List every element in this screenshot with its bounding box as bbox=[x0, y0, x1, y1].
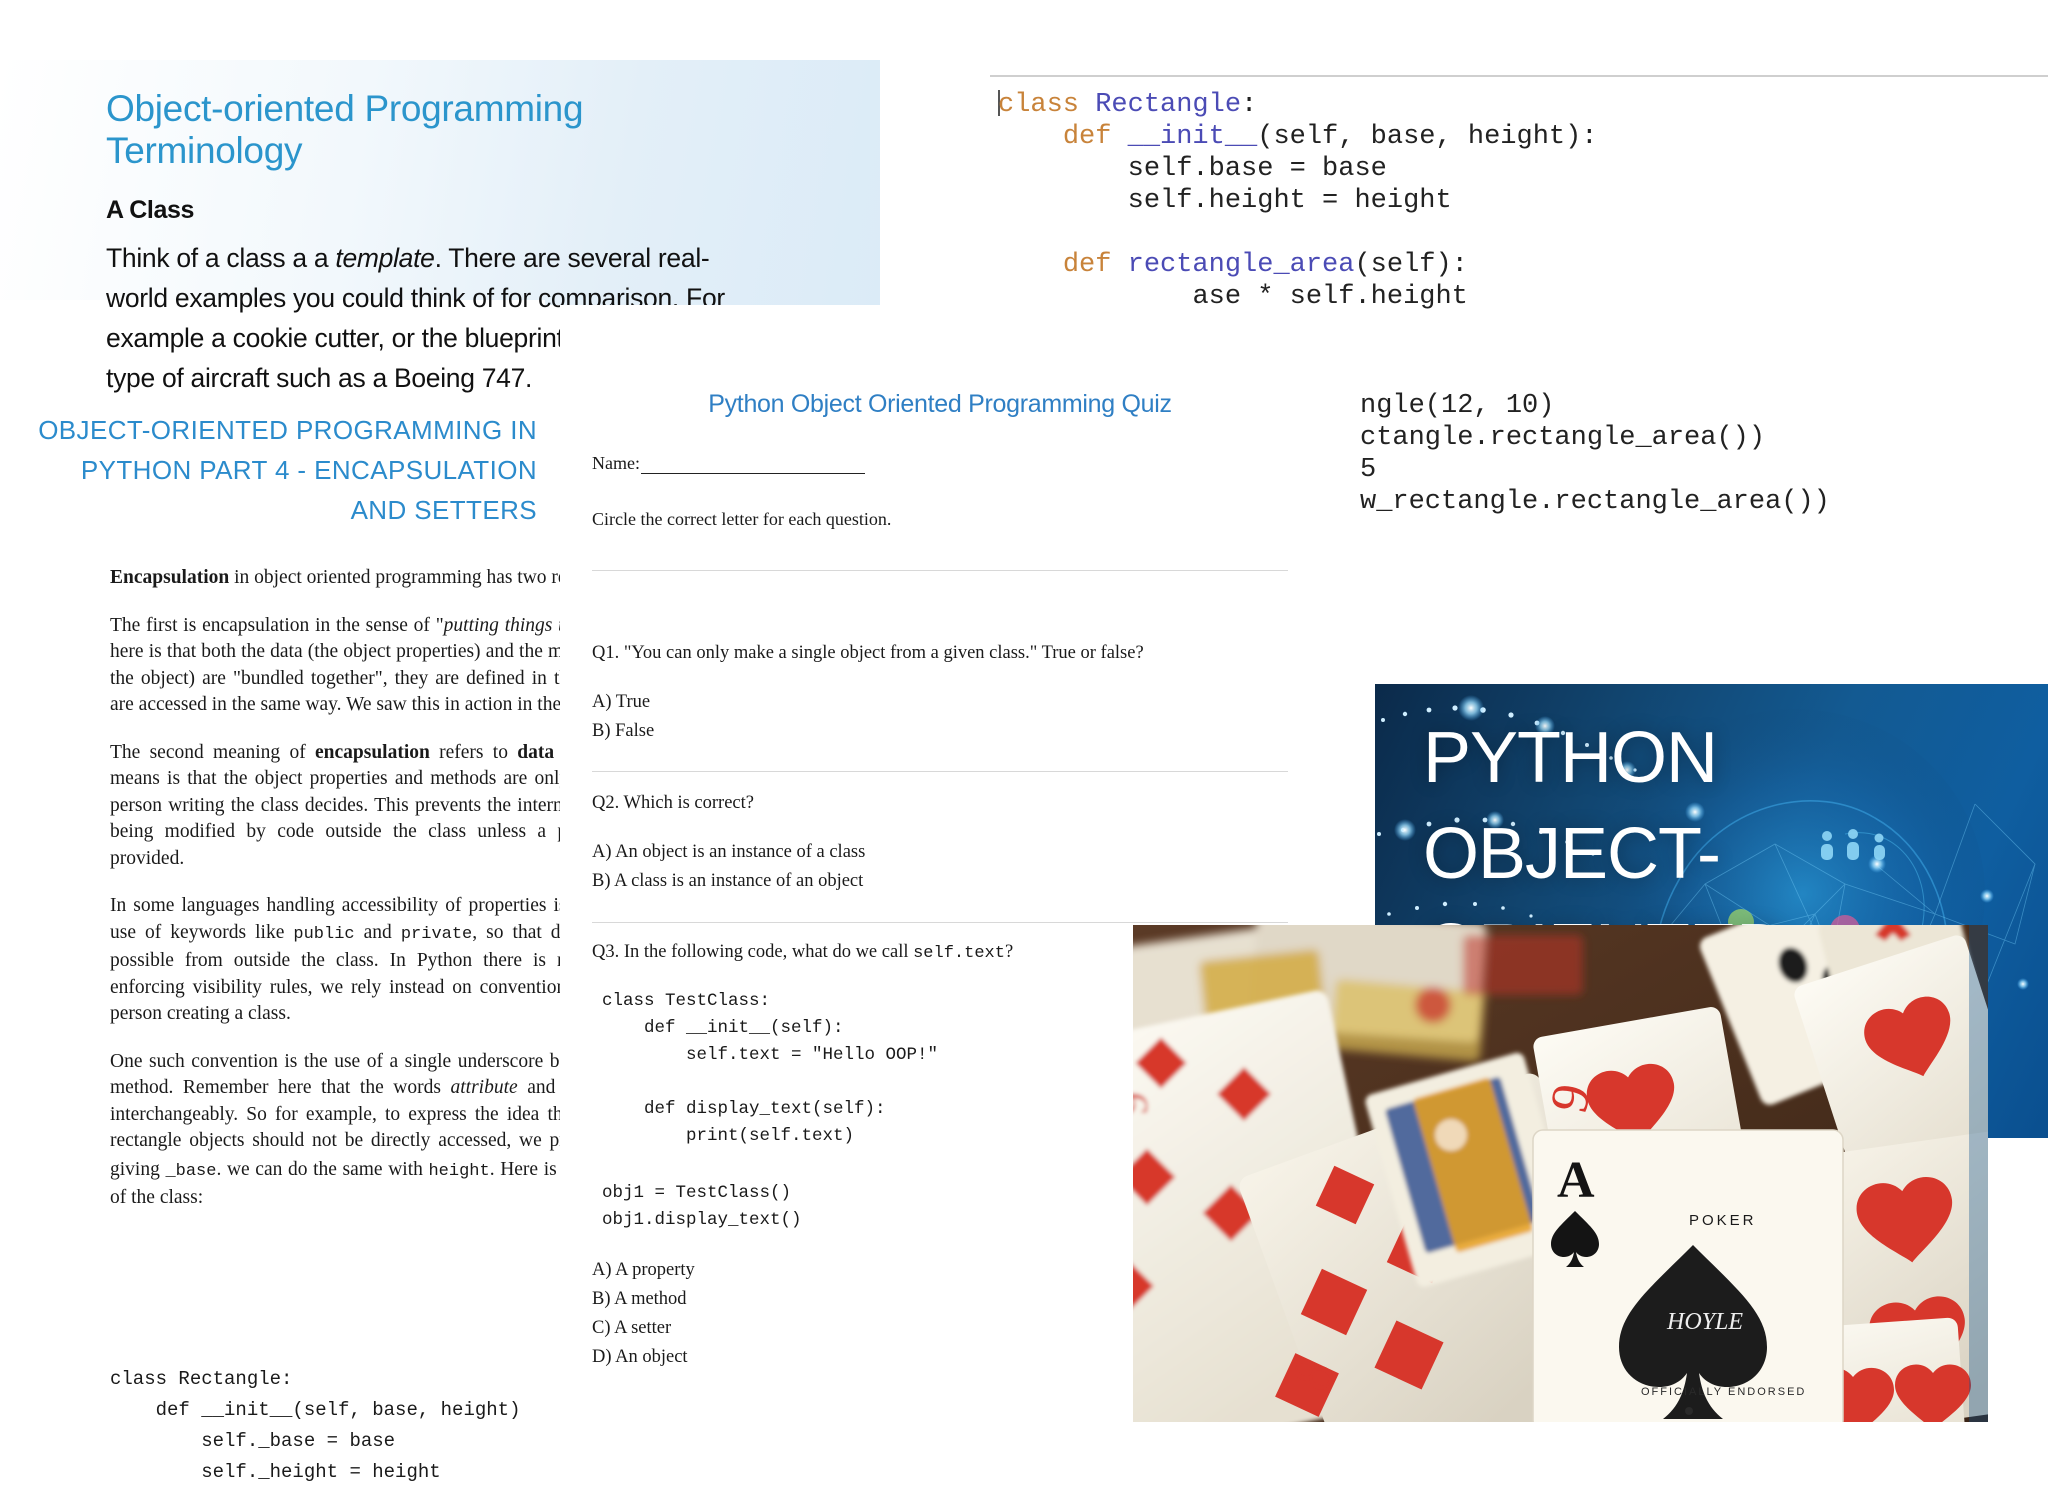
rectangle-usage-code-fragment[interactable]: ngle(12, 10) ctangle.rectangle_area()) 5 w_… bbox=[1360, 390, 2048, 525]
quiz-question-2: Q2. Which is correct? A) An object is an… bbox=[592, 789, 1292, 896]
playing-cards-photo: 9 8 9 bbox=[1133, 925, 1988, 1422]
code-line: self.base = base bbox=[1127, 154, 1387, 184]
quiz-question-1: Q1. "You can only make a single object f… bbox=[592, 639, 1292, 746]
question-1-option-b[interactable]: B) False bbox=[592, 717, 1292, 746]
rectangle-usage-code-text: ngle(12, 10) ctangle.rectangle_area()) 5 w_… bbox=[1360, 390, 1830, 518]
question-1-stem: Q1. "You can only make a single object f… bbox=[592, 643, 1144, 663]
article-heading-line-1: OBJECT-ORIENTED PROGRAMMING IN bbox=[38, 415, 537, 445]
quiz-name-input-rule[interactable] bbox=[640, 459, 865, 474]
quiz-separator bbox=[592, 570, 1288, 571]
question-3-inline-code: self.text bbox=[913, 944, 1005, 963]
oop-slide-title: Object-oriented Programming Terminology bbox=[106, 88, 584, 171]
code-line: def rectangle_area(self): bbox=[1062, 250, 1468, 280]
svg-text:A: A bbox=[1557, 1152, 1595, 1209]
quiz-separator bbox=[592, 771, 1288, 772]
code-line: ngle(12, 10) bbox=[1360, 391, 1555, 421]
code-line: def __init__(self, base, height): bbox=[1062, 122, 1598, 152]
rectangle-class-code-editor[interactable]: class Rectangle: def __init__(self, base… bbox=[990, 75, 2048, 317]
code-line: self.height = height bbox=[1127, 186, 1452, 216]
quiz-title: Python Object Oriented Programming Quiz bbox=[708, 390, 1172, 418]
rectangle-class-code-text: class Rectangle: def __init__(self, base… bbox=[998, 89, 1598, 313]
quiz-name-row: Name: bbox=[592, 453, 865, 474]
article-heading-line-3: AND SETTERS bbox=[350, 495, 537, 525]
quiz-instruction: Circle the correct letter for each quest… bbox=[592, 509, 892, 529]
article-heading-line-2: PYTHON PART 4 - ENCAPSULATION bbox=[80, 455, 537, 485]
playing-cards-illustration: 9 8 9 bbox=[1133, 925, 1988, 1422]
ace-of-spades-card: A POKER HOYLE OFFICIALLY ENDORSED bbox=[1532, 1129, 1844, 1422]
oop-paragraph-part-1: Think of a class a a bbox=[106, 243, 336, 273]
question-2-stem: Q2. Which is correct? bbox=[592, 793, 754, 813]
oop-slide-subtitle: A Class bbox=[106, 196, 194, 224]
oop-paragraph-italic: template bbox=[335, 243, 435, 273]
code-line: ctangle.rectangle_area()) bbox=[1360, 423, 1766, 453]
banner-title-line-1: PYTHON bbox=[1423, 718, 1718, 798]
banner-title-line-2: OBJECT- bbox=[1423, 814, 1721, 894]
svg-text:OFFICIALLY ENDORSED: OFFICIALLY ENDORSED bbox=[1641, 1386, 1806, 1398]
quiz-separator bbox=[592, 922, 1288, 923]
question-2-option-b[interactable]: B) A class is an instance of an object bbox=[592, 867, 1292, 896]
svg-text:POKER: POKER bbox=[1689, 1212, 1757, 1229]
encapsulation-article-page: OBJECT-ORIENTED PROGRAMMING IN PYTHON PA… bbox=[0, 300, 710, 1483]
quiz-name-label: Name: bbox=[592, 453, 640, 473]
article-heading: OBJECT-ORIENTED PROGRAMMING IN PYTHON PA… bbox=[0, 410, 545, 530]
svg-text:HOYLE: HOYLE bbox=[1666, 1309, 1743, 1335]
code-line: 5 bbox=[1360, 455, 1377, 485]
code-line: class Rectangle: bbox=[998, 90, 1258, 120]
question-1-option-a[interactable]: A) True bbox=[592, 688, 1292, 717]
code-line: w_rectangle.rectangle_area()) bbox=[1360, 487, 1830, 517]
svg-text:9: 9 bbox=[1133, 1092, 1157, 1115]
question-2-option-a[interactable]: A) An object is an instance of a class bbox=[592, 838, 1292, 867]
